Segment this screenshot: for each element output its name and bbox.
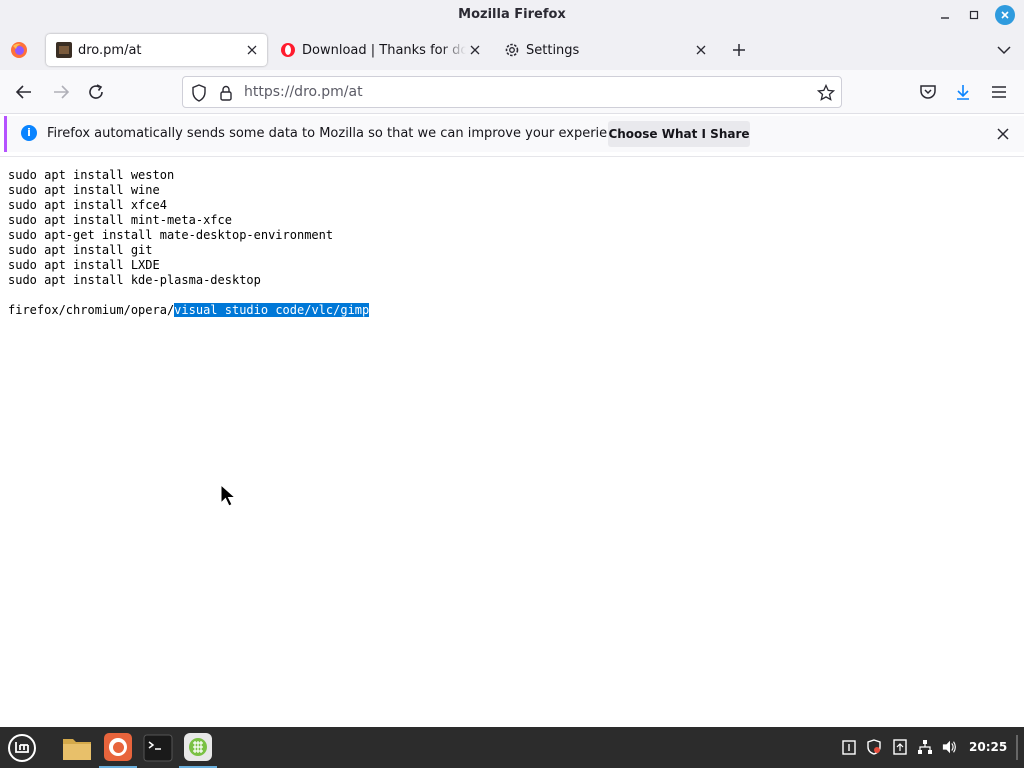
reload-button[interactable] (85, 81, 107, 103)
tab-download[interactable]: Download | Thanks for downloading (270, 34, 490, 66)
close-tab-button[interactable] (466, 41, 484, 59)
text-line: sudo apt-get install mate-desktop-enviro… (8, 228, 334, 242)
chevron-down-icon (997, 46, 1011, 55)
minimize-icon (941, 17, 949, 19)
selected-text[interactable]: visual studio code/vlc/gimp (174, 303, 370, 317)
text-line: firefox/chromium/opera/visual studio cod… (8, 303, 370, 318)
close-icon (997, 128, 1009, 140)
menu-icon (992, 86, 1006, 98)
tab-label: Settings (526, 42, 580, 58)
opera-icon (280, 42, 296, 58)
url-text[interactable]: https://dro.pm/at (244, 77, 363, 107)
site-favicon-icon (56, 42, 72, 58)
close-notification-button[interactable] (993, 124, 1013, 144)
firefox-taskbar-item[interactable] (99, 727, 137, 768)
shield-tray-icon[interactable] (866, 739, 882, 755)
forward-icon (54, 85, 70, 99)
mouse-pointer-icon (220, 484, 237, 507)
forward-button[interactable] (50, 81, 72, 103)
update-tray-icon[interactable] (892, 739, 908, 755)
text-line: sudo apt install mint-meta-xfce (8, 213, 232, 227)
taskbar: 20:25 (0, 727, 1024, 768)
close-window-button[interactable] (995, 5, 1015, 25)
files-launcher[interactable] (58, 727, 96, 768)
close-tab-button[interactable] (692, 41, 710, 59)
shield-icon[interactable] (191, 84, 207, 102)
info-icon: i (21, 125, 37, 141)
list-all-tabs-button[interactable] (994, 40, 1014, 60)
blank-line: ​ (8, 288, 369, 303)
text-line: sudo apt install git (8, 243, 153, 257)
terminal-taskbar-item[interactable] (139, 727, 177, 768)
firefox-view-button[interactable] (8, 39, 30, 61)
text-line: sudo apt install weston (8, 168, 175, 182)
maximize-button[interactable] (964, 5, 984, 25)
downloads-button[interactable] (952, 81, 974, 103)
notification-message: Firefox automatically sends some data to… (47, 126, 635, 141)
close-tab-button[interactable] (243, 41, 261, 59)
pocket-button[interactable] (917, 81, 939, 103)
text-content: sudo apt install weston sudo apt install … (8, 168, 370, 318)
text-line: sudo apt install wine (8, 183, 160, 197)
window-titlebar: Mozilla Firefox (0, 0, 1024, 30)
app-taskbar-item[interactable] (179, 727, 217, 768)
close-icon (1001, 11, 1009, 19)
data-reporting-notification: i Firefox automatically sends some data … (4, 116, 1024, 152)
maximize-icon (969, 10, 979, 20)
show-desktop-button[interactable] (1016, 735, 1018, 760)
new-tab-button[interactable] (729, 40, 749, 60)
mint-menu-icon (8, 733, 36, 762)
browsers-text: firefox/chromium/opera/ (8, 303, 175, 317)
close-icon (247, 45, 257, 55)
close-icon (470, 45, 480, 55)
files-icon (63, 738, 91, 760)
url-bar[interactable]: https://dro.pm/at (182, 76, 842, 108)
window-title: Mozilla Firefox (458, 7, 566, 22)
clipboard-tray-icon[interactable] (841, 739, 857, 755)
text-line: sudo apt install kde-plasma-desktop (8, 273, 261, 287)
close-icon (696, 45, 706, 55)
page-content: sudo apt install weston sudo apt install … (0, 156, 1024, 727)
gear-icon (504, 42, 520, 58)
start-menu-button[interactable] (4, 727, 40, 768)
navigation-toolbar: https://dro.pm/at (0, 70, 1024, 114)
bookmark-star-icon[interactable] (817, 84, 835, 102)
tab-settings[interactable]: Settings (494, 34, 716, 66)
network-tray-icon[interactable] (917, 739, 933, 755)
reload-icon (89, 84, 103, 99)
tab-label: Download | Thanks for downloading (302, 42, 466, 58)
tab-label: dro.pm/at (78, 42, 142, 58)
back-icon (15, 85, 31, 99)
tab-dro-pm[interactable]: dro.pm/at (46, 34, 267, 66)
firefox-icon (104, 732, 132, 761)
text-line: sudo apt install xfce4 (8, 198, 167, 212)
download-icon (957, 85, 969, 100)
pocket-icon (920, 85, 936, 99)
minimize-button[interactable] (935, 5, 955, 25)
app-icon (184, 732, 212, 761)
terminal-icon (143, 734, 173, 761)
tab-strip: dro.pm/at Download | Thanks for download… (0, 30, 1024, 70)
plus-icon (733, 44, 745, 56)
choose-what-i-share-button[interactable]: Choose What I Share (608, 121, 750, 147)
back-button[interactable] (13, 81, 35, 103)
app-menu-button[interactable] (988, 81, 1010, 103)
lock-icon[interactable] (219, 84, 233, 102)
firefox-logo-icon (11, 42, 27, 58)
clock[interactable]: 20:25 (969, 727, 1007, 768)
text-line: sudo apt install LXDE (8, 258, 160, 272)
volume-tray-icon[interactable] (942, 739, 958, 755)
